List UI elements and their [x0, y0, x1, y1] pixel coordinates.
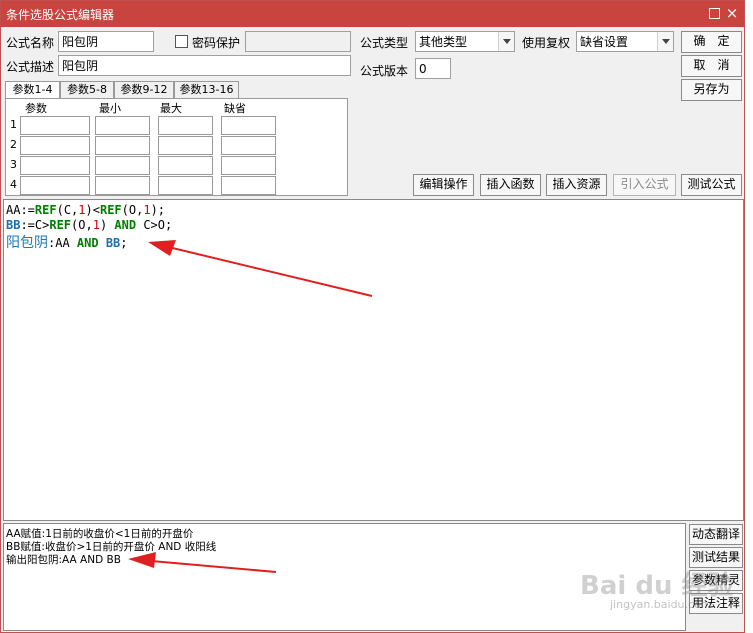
cancel-button[interactable]: 取 消	[681, 55, 742, 77]
code-token: ;	[165, 218, 173, 232]
name-input[interactable]: 阳包阴	[58, 31, 154, 52]
param-cell[interactable]	[20, 176, 90, 195]
param-grid: 参数 最小 最大 缺省 1 2 3 4	[5, 98, 348, 196]
code-token: BB	[6, 218, 21, 232]
code-token: 1	[78, 203, 86, 217]
param-header-name: 参数	[25, 102, 47, 115]
code-token: 1	[143, 203, 151, 217]
password-input[interactable]	[245, 31, 351, 52]
code-token: REF	[34, 203, 57, 217]
param-cell[interactable]	[158, 176, 213, 195]
param-header-max: 最大	[160, 102, 182, 115]
maximize-icon[interactable]	[706, 5, 722, 21]
code-token: BB	[98, 236, 121, 250]
param-cell[interactable]	[158, 156, 213, 175]
version-label: 公式版本	[360, 64, 409, 78]
code-token: AND	[76, 236, 99, 250]
param-cell[interactable]	[221, 116, 276, 135]
code-token: :=	[20, 203, 35, 217]
test-formula-button[interactable]: 测试公式	[681, 174, 742, 196]
insert-resource-button[interactable]: 插入资源	[546, 174, 607, 196]
code-token: O	[157, 218, 166, 232]
rights-label: 使用复权	[522, 36, 571, 50]
desc-input[interactable]: 阳包阴	[58, 55, 351, 76]
param-cell[interactable]	[221, 176, 276, 195]
output-line: 输出阳包阴:AA AND BB	[6, 554, 121, 566]
chevron-down-icon[interactable]	[498, 32, 514, 51]
param-cell[interactable]	[95, 116, 150, 135]
code-token: REF	[99, 203, 122, 217]
code-line: 阳包阴:AA AND BB;	[6, 232, 128, 252]
param-row-number: 4	[10, 178, 17, 191]
param-cell[interactable]	[95, 136, 150, 155]
code-token: REF	[49, 218, 72, 232]
code-token: )	[99, 218, 115, 232]
tab-params-13-16[interactable]: 参数13-16	[174, 81, 239, 99]
code-token: );	[150, 203, 166, 217]
param-cell[interactable]	[95, 176, 150, 195]
code-token: C>	[136, 218, 158, 232]
code-token: ;	[120, 236, 128, 250]
code-token: 1	[92, 218, 100, 232]
rights-select-value: 缺省设置	[580, 35, 629, 49]
rights-select[interactable]: 缺省设置	[576, 31, 674, 52]
param-cell[interactable]	[20, 156, 90, 175]
code-token: (O,	[71, 218, 93, 232]
dynamic-translate-button[interactable]: 动态翻译	[689, 524, 743, 545]
param-cell[interactable]	[20, 136, 90, 155]
param-row-number: 1	[10, 118, 17, 131]
type-select-value: 其他类型	[419, 35, 468, 49]
code-line: BB:=C>REF(O,1) AND C>O;	[6, 218, 172, 232]
name-label: 公式名称	[6, 36, 55, 50]
desc-label: 公式描述	[6, 60, 55, 74]
watermark-url: jingyan.baidu.com	[610, 598, 712, 611]
tab-params-9-12[interactable]: 参数9-12	[114, 81, 174, 99]
code-token: :AA	[48, 236, 77, 250]
password-checkbox[interactable]	[175, 35, 188, 48]
param-row-number: 3	[10, 158, 17, 171]
param-header-default: 缺省	[224, 102, 246, 115]
type-label: 公式类型	[360, 36, 409, 50]
password-label: 密码保护	[192, 36, 241, 50]
param-cell[interactable]	[158, 116, 213, 135]
insert-function-button[interactable]: 插入函数	[480, 174, 541, 196]
param-cell[interactable]	[158, 136, 213, 155]
import-formula-button[interactable]: 引入公式	[613, 174, 676, 196]
save-as-button[interactable]: 另存为	[681, 79, 742, 101]
close-icon[interactable]: ×	[724, 5, 740, 21]
edit-operation-button[interactable]: 编辑操作	[413, 174, 474, 196]
code-line: AA:=REF(C,1)<REF(O,1);	[6, 203, 165, 217]
code-token: AND	[114, 218, 137, 232]
tab-params-5-8[interactable]: 参数5-8	[60, 81, 114, 99]
param-cell[interactable]	[221, 156, 276, 175]
code-token: (O,	[121, 203, 144, 217]
param-cell[interactable]	[95, 156, 150, 175]
param-header-min: 最小	[99, 102, 121, 115]
chevron-down-icon[interactable]	[657, 32, 673, 51]
version-input[interactable]: 0	[415, 58, 451, 79]
background-app-strip	[745, 0, 753, 633]
code-token: 阳包阴	[6, 235, 48, 251]
type-select[interactable]: 其他类型	[415, 31, 515, 52]
code-token: )<	[85, 203, 100, 217]
ok-button[interactable]: 确 定	[681, 31, 742, 53]
window-title: 条件选股公式编辑器	[6, 8, 115, 22]
code-token: (C,	[56, 203, 79, 217]
watermark: Bai du 经验	[580, 571, 734, 601]
formula-editor-window: 条件选股公式编辑器 × 公式名称 阳包阴 密码保护 公式类型 其他类型 使用复权…	[0, 0, 745, 633]
code-token: :=C>	[20, 218, 50, 232]
code-editor[interactable]: AA:=REF(C,1)<REF(O,1); BB:=C>REF(O,1) AN…	[3, 199, 744, 521]
param-row-number: 2	[10, 138, 17, 151]
param-cell[interactable]	[20, 116, 90, 135]
code-token: AA	[6, 203, 21, 217]
title-bar[interactable]: 条件选股公式编辑器 ×	[1, 1, 744, 27]
param-cell[interactable]	[221, 136, 276, 155]
